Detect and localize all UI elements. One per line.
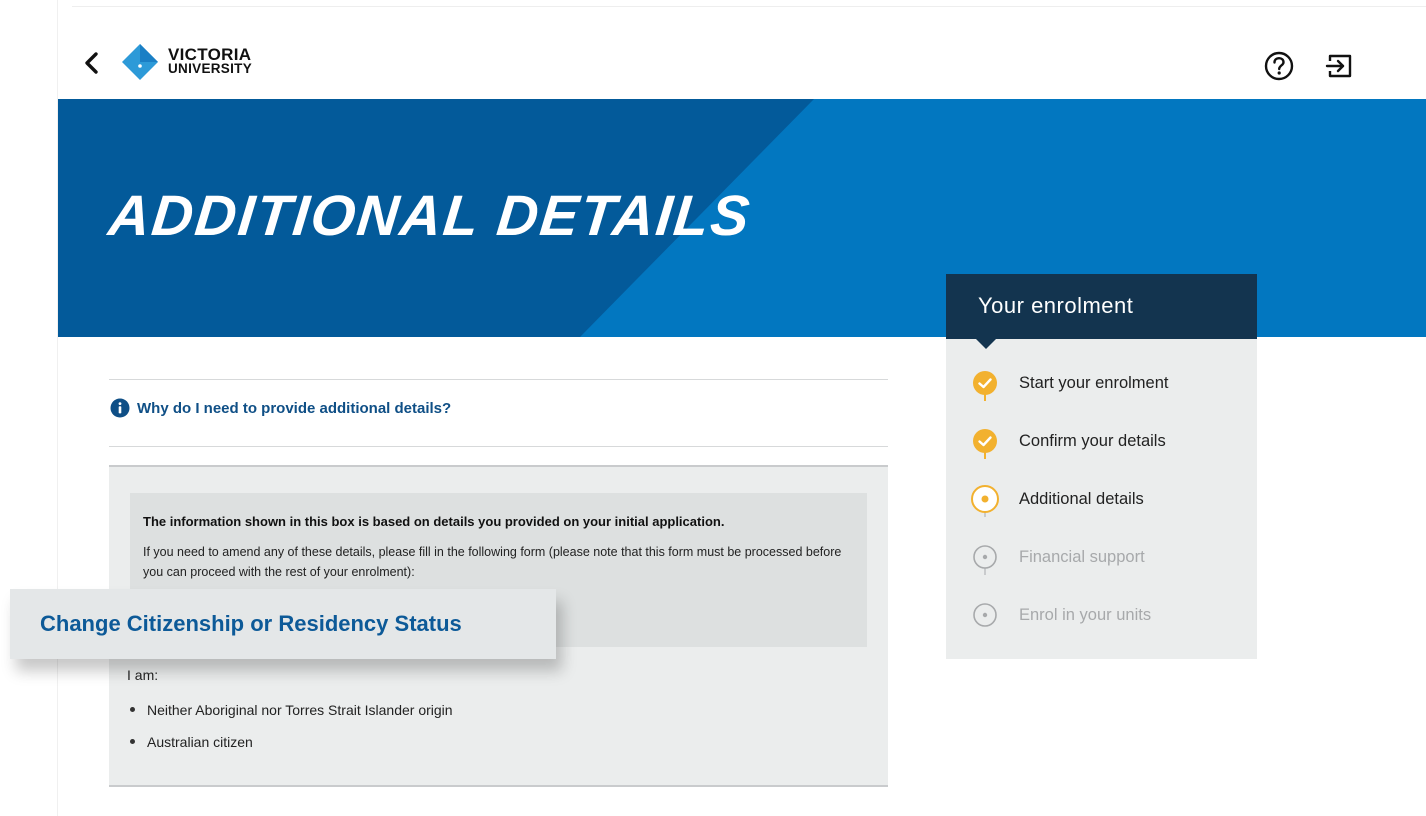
why-additional-details-link[interactable]: Why do I need to provide additional deta… (110, 398, 451, 418)
step-label: Confirm your details (1019, 431, 1166, 450)
back-button[interactable] (80, 48, 106, 78)
divider (109, 379, 888, 380)
chevron-left-icon (85, 52, 98, 74)
step-label: Financial support (1019, 547, 1145, 566)
current-step-circle-icon (971, 485, 999, 513)
step-additional-details[interactable]: Additional details (946, 479, 1257, 519)
help-button[interactable] (1263, 50, 1295, 82)
heading-pointer (976, 339, 996, 349)
step-label: Start your enrolment (1019, 373, 1169, 392)
change-citizenship-residency-button[interactable]: Change Citizenship or Residency Status (10, 589, 556, 659)
logo-line-2: UNIVERSITY (168, 61, 253, 76)
step-enrol-units[interactable]: Enrol in your units (946, 595, 1257, 635)
top-header: VICTORIA UNIVERSITY (58, 0, 1426, 99)
logo-diamond-icon (121, 43, 159, 81)
page-title: ADDITIONAL DETAILS (105, 184, 755, 248)
notice-title: The information shown in this box is bas… (143, 514, 725, 529)
step-financial-support[interactable]: Financial support (946, 537, 1257, 577)
divider (109, 446, 888, 447)
i-am-label: I am: (127, 667, 159, 683)
step-label: Enrol in your units (1019, 605, 1152, 624)
enrolment-heading-text: Your enrolment (978, 293, 1134, 318)
check-circle-icon (973, 371, 997, 395)
logo-line-1: VICTORIA (168, 45, 252, 64)
check-circle-icon (973, 429, 997, 453)
why-link-text: Why do I need to provide additional deta… (137, 399, 452, 417)
pending-step-circle-icon (973, 603, 997, 627)
enrolment-progress-card: Your enrolment Start your enrolment Conf… (946, 274, 1257, 659)
left-margin-strip (0, 0, 58, 816)
list-item: Neither Aboriginal nor Torres Strait Isl… (130, 700, 453, 732)
step-confirm-details[interactable]: Confirm your details (946, 421, 1257, 461)
info-icon (110, 398, 130, 418)
pending-step-circle-icon (973, 545, 997, 569)
list-item: Australian citizen (130, 732, 453, 764)
victoria-university-logo[interactable]: VICTORIA UNIVERSITY (121, 42, 291, 82)
logo-wordmark: VICTORIA UNIVERSITY (168, 45, 253, 76)
logout-button[interactable] (1324, 50, 1356, 82)
applicant-details-list: Neither Aboriginal nor Torres Strait Isl… (130, 700, 453, 764)
step-start-enrolment[interactable]: Start your enrolment (946, 363, 1257, 403)
step-label: Additional details (1019, 489, 1144, 508)
enrolment-heading: Your enrolment (946, 274, 1257, 349)
logout-icon (1325, 54, 1352, 78)
notice-body: If you need to amend any of these detail… (143, 545, 842, 579)
question-circle-icon (1264, 51, 1294, 81)
